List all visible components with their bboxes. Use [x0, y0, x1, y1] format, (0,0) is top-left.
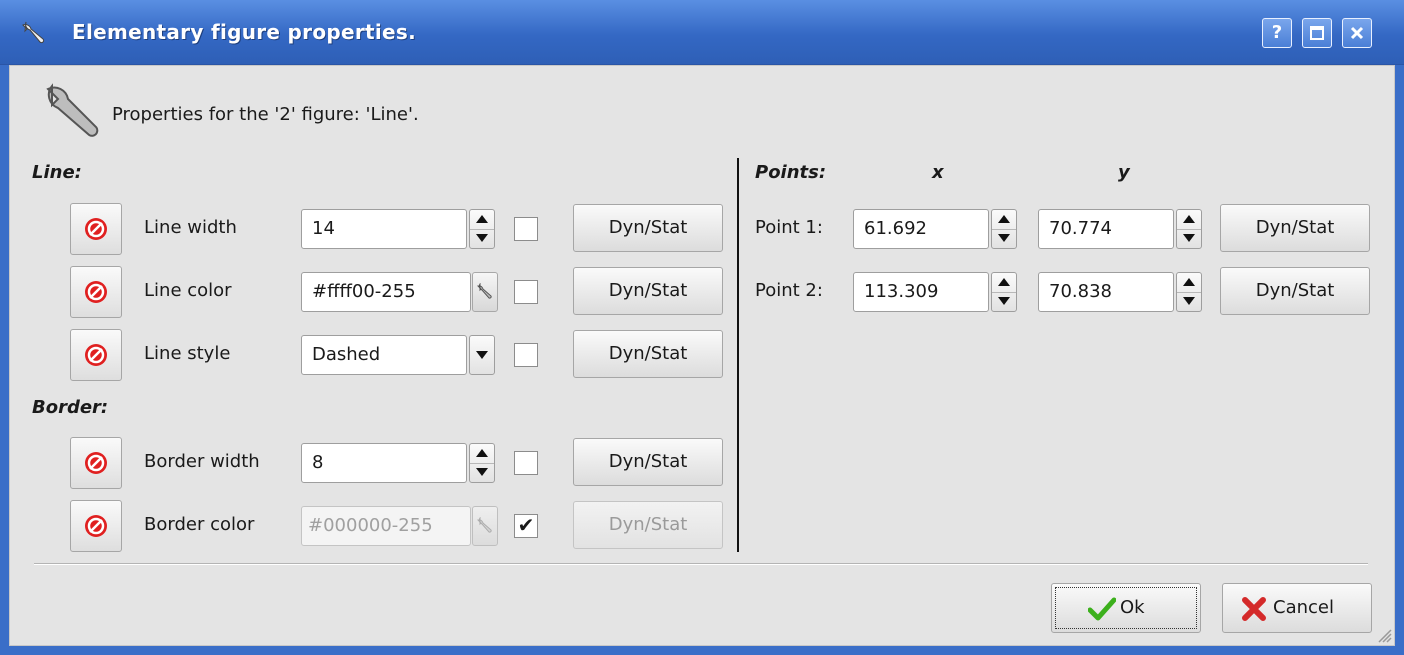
header-description: Properties for the '2' figure: 'Line'.	[112, 104, 419, 125]
spin-up-arrow-icon[interactable]	[470, 444, 494, 464]
points-section-label: Points:	[755, 162, 827, 183]
reset-border-color-button[interactable]	[70, 500, 122, 552]
reset-line-width-button[interactable]	[70, 203, 122, 255]
point-2-y-field[interactable]: 70.838	[1038, 272, 1174, 312]
point-2-dynstat-button[interactable]: Dyn/Stat	[1220, 267, 1370, 315]
wrench-icon	[477, 517, 492, 533]
dialog-body: Properties for the '2' figure: 'Line'. L…	[9, 65, 1395, 646]
line-style-dropdown-arrow[interactable]	[469, 335, 495, 375]
chevron-down-icon	[476, 351, 488, 359]
y-column-header: y	[1118, 162, 1130, 183]
spin-down-arrow-icon[interactable]	[470, 463, 494, 482]
vertical-divider	[737, 158, 739, 552]
spin-up-arrow-icon[interactable]	[470, 210, 494, 230]
spin-up-arrow-icon[interactable]	[992, 210, 1016, 230]
line-style-label: Line style	[144, 343, 231, 364]
line-style-checkbox[interactable]	[514, 343, 538, 367]
checkmark-icon	[1088, 597, 1116, 621]
point-1-x-spinner[interactable]	[991, 209, 1017, 249]
line-width-checkbox[interactable]	[514, 217, 538, 241]
line-width-label: Line width	[144, 217, 237, 238]
point-1-y-field[interactable]: 70.774	[1038, 209, 1174, 249]
window-title: Elementary figure properties.	[72, 20, 416, 44]
line-section-label: Line:	[32, 162, 82, 183]
horizontal-divider	[34, 563, 1368, 565]
cancel-button[interactable]: Cancel	[1222, 583, 1372, 633]
spin-up-arrow-icon[interactable]	[1177, 273, 1201, 293]
point-2-label: Point 2:	[755, 280, 823, 301]
spin-up-arrow-icon[interactable]	[1177, 210, 1201, 230]
dialog-window: Elementary figure properties. ? Properti…	[0, 0, 1404, 655]
line-color-field[interactable]: #ffff00-255	[301, 272, 471, 312]
point-1-label: Point 1:	[755, 217, 823, 238]
point-1-x-field[interactable]: 61.692	[853, 209, 989, 249]
spin-down-arrow-icon[interactable]	[992, 229, 1016, 248]
no-icon	[85, 344, 107, 366]
spin-down-arrow-icon[interactable]	[1177, 229, 1201, 248]
spin-up-arrow-icon[interactable]	[992, 273, 1016, 293]
line-color-dynstat-button[interactable]: Dyn/Stat	[573, 267, 723, 315]
title-bar[interactable]: Elementary figure properties. ?	[0, 0, 1404, 65]
maximize-button[interactable]	[1302, 18, 1332, 48]
point-2-x-spinner[interactable]	[991, 272, 1017, 312]
close-icon	[1350, 26, 1364, 40]
border-width-label: Border width	[144, 451, 260, 472]
spin-down-arrow-icon[interactable]	[1177, 292, 1201, 311]
wrench-icon	[477, 283, 492, 299]
reset-line-color-button[interactable]	[70, 266, 122, 318]
border-width-field[interactable]: 8	[301, 443, 467, 483]
line-width-dynstat-button[interactable]: Dyn/Stat	[573, 204, 723, 252]
no-icon	[85, 515, 107, 537]
cancel-label: Cancel	[1273, 597, 1334, 618]
border-color-dynstat-button[interactable]: Dyn/Stat	[573, 501, 723, 549]
line-width-spinner[interactable]	[469, 209, 495, 249]
border-color-picker-button[interactable]	[472, 506, 498, 546]
line-style-select[interactable]: Dashed	[301, 335, 467, 375]
line-color-picker-button[interactable]	[472, 272, 498, 312]
x-column-header: x	[932, 162, 944, 183]
point-2-x-field[interactable]: 113.309	[853, 272, 989, 312]
wrench-icon	[22, 21, 45, 44]
reset-border-width-button[interactable]	[70, 437, 122, 489]
maximize-icon	[1310, 26, 1324, 40]
resize-grip-icon[interactable]	[1376, 627, 1392, 643]
border-color-field[interactable]: #000000-255	[301, 506, 471, 546]
ok-button[interactable]: Ok	[1051, 583, 1201, 633]
border-color-checkbox[interactable]: ✔	[514, 514, 538, 538]
line-color-checkbox[interactable]	[514, 280, 538, 304]
reset-line-style-button[interactable]	[70, 329, 122, 381]
border-color-label: Border color	[144, 514, 255, 535]
close-button[interactable]	[1342, 18, 1372, 48]
border-section-label: Border:	[32, 397, 109, 418]
border-width-spinner[interactable]	[469, 443, 495, 483]
line-style-dynstat-button[interactable]: Dyn/Stat	[573, 330, 723, 378]
wrench-icon	[46, 83, 99, 137]
no-icon	[85, 452, 107, 474]
line-width-field[interactable]: 14	[301, 209, 467, 249]
spin-down-arrow-icon[interactable]	[470, 229, 494, 248]
point-2-y-spinner[interactable]	[1176, 272, 1202, 312]
border-width-dynstat-button[interactable]: Dyn/Stat	[573, 438, 723, 486]
line-color-label: Line color	[144, 280, 232, 301]
cancel-x-icon	[1242, 597, 1266, 621]
no-icon	[85, 218, 107, 240]
point-1-y-spinner[interactable]	[1176, 209, 1202, 249]
ok-label: Ok	[1120, 597, 1145, 618]
point-1-dynstat-button[interactable]: Dyn/Stat	[1220, 204, 1370, 252]
no-icon	[85, 281, 107, 303]
spin-down-arrow-icon[interactable]	[992, 292, 1016, 311]
border-width-checkbox[interactable]	[514, 451, 538, 475]
help-button[interactable]: ?	[1262, 18, 1292, 48]
